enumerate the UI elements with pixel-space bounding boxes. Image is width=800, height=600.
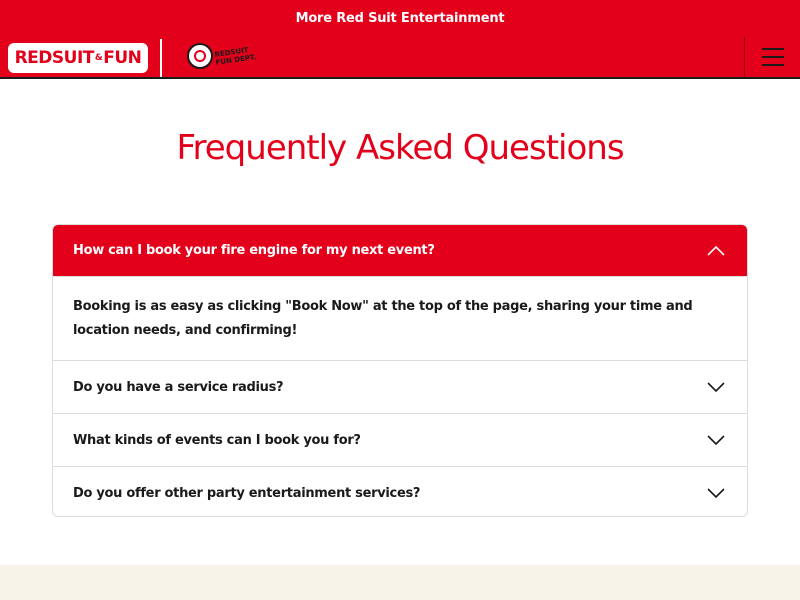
site-header: REDSUIT & FUN REDSUIT FUN DEPT.	[0, 37, 800, 79]
faq-item: How can I book your fire engine for my n…	[53, 225, 747, 361]
chevron-down-icon	[707, 382, 725, 392]
fun-dept-logo[interactable]: REDSUIT FUN DEPT.	[187, 43, 257, 69]
page-title: Frequently Asked Questions	[176, 128, 624, 168]
fun-dept-text: REDSUIT FUN DEPT.	[214, 45, 257, 67]
faq-question-text: Do you offer other party entertainment s…	[73, 485, 421, 501]
top-announcement-bar[interactable]: More Red Suit Entertainment	[0, 0, 800, 37]
faq-item: Do you have a service radius?	[53, 361, 747, 414]
menu-line-icon	[761, 64, 784, 66]
faq-question-toggle[interactable]: Do you offer other party entertainment s…	[53, 467, 747, 516]
faq-question-toggle[interactable]: What kinds of events can I book you for?	[53, 414, 747, 466]
faq-question-text: What kinds of events can I book you for?	[73, 432, 361, 448]
faq-question-toggle[interactable]: Do you have a service radius?	[53, 361, 747, 413]
faq-accordion: How can I book your fire engine for my n…	[52, 224, 748, 517]
redsuit-fun-logo[interactable]: REDSUIT & FUN	[8, 43, 148, 73]
more-entertainment-link[interactable]: More Red Suit Entertainment	[296, 11, 505, 26]
fire-badge-icon	[187, 43, 213, 69]
footer-band	[0, 565, 800, 600]
menu-line-icon	[761, 56, 784, 58]
faq-item: What kinds of events can I book you for?	[53, 414, 747, 467]
chevron-up-icon	[707, 245, 725, 256]
chevron-down-icon	[707, 488, 725, 498]
header-divider	[160, 39, 162, 77]
hamburger-menu-button[interactable]	[744, 37, 800, 77]
faq-answer-text: Booking is as easy as clicking "Book Now…	[53, 276, 747, 360]
faq-question-toggle[interactable]: How can I book your fire engine for my n…	[53, 225, 747, 276]
logo-ampersand: &	[94, 53, 103, 63]
chevron-down-icon	[707, 435, 725, 445]
faq-question-text: How can I book your fire engine for my n…	[73, 243, 435, 258]
logo-text-right: FUN	[103, 48, 142, 68]
menu-line-icon	[761, 48, 784, 50]
faq-question-text: Do you have a service radius?	[73, 379, 284, 395]
logo-text-left: REDSUIT	[14, 48, 95, 68]
faq-item: Do you offer other party entertainment s…	[53, 467, 747, 516]
